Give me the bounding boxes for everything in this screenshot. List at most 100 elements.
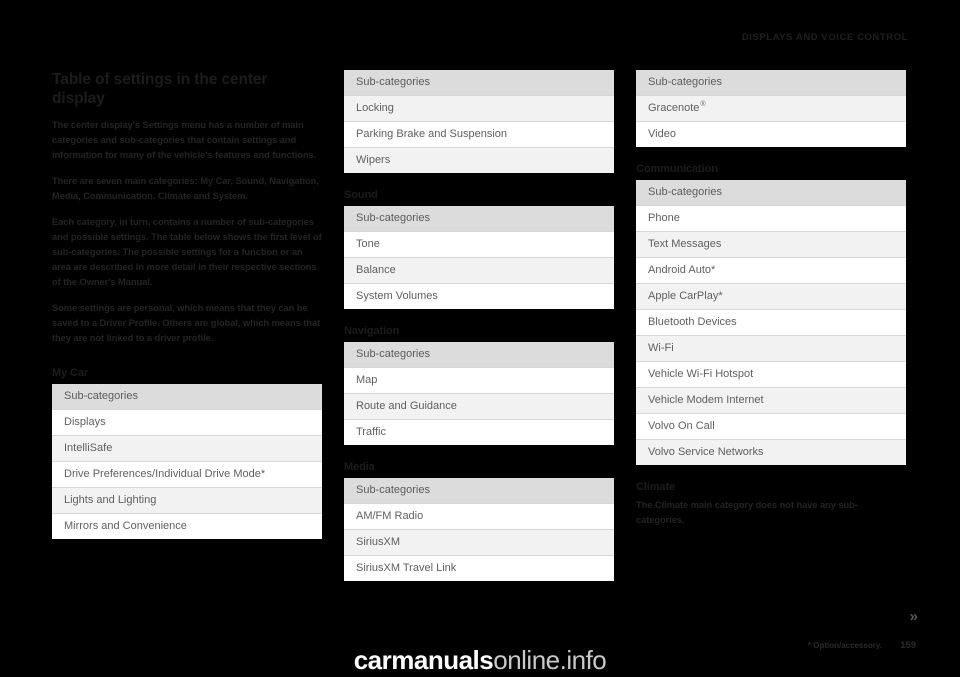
table-sound: Sub-categories Tone Balance System Volumes (344, 206, 614, 309)
table-cell-sub-category: Drive Preferences/Individual Drive Mode* (52, 461, 322, 489)
table-row: Mirrors and Convenience (52, 513, 322, 540)
manual-page: DISPLAYS AND VOICE CONTROL Table of sett… (0, 0, 960, 677)
table-cell-sub-category: Bluetooth Devices (636, 309, 906, 336)
table-row: Wipers (344, 147, 614, 173)
table-cell-sub-category: IntelliSafe (52, 435, 322, 463)
table-header-row: Sub-categories (344, 206, 614, 232)
section-heading-my-car: My Car (52, 367, 89, 380)
table-row: Bluetooth Devices (636, 309, 906, 336)
table-cell-sub-category: Android Auto* (636, 257, 906, 284)
table-cell-sub-category: Text Messages (636, 231, 906, 258)
table-cell-sub-category: Displays (52, 409, 322, 437)
table-row: Locking (344, 95, 614, 122)
table-cell-sub-category: SiriusXM (344, 529, 614, 556)
table-row: Tone (344, 231, 614, 258)
table-header-row: Sub-categories (636, 180, 906, 206)
table-row: SiriusXM Travel Link (344, 555, 614, 581)
table-cell-sub-category: Parking Brake and Suspension (344, 121, 614, 148)
table-header-row: Sub-categories (636, 70, 906, 96)
table-body: Tone Balance System Volumes (344, 231, 614, 309)
emphasis-term: Driver Profile (99, 318, 158, 329)
emphasis-term: Media (52, 190, 79, 201)
text-run: and (191, 190, 213, 201)
table-media-part2: Sub-categories Gracenote® Video (636, 70, 906, 147)
table-row: AM/FM Radio (344, 503, 614, 530)
section-heading-media: Media (344, 461, 375, 473)
table-row: Parking Brake and Suspension (344, 121, 614, 148)
table-row: Traffic (344, 419, 614, 445)
watermark: carmanualsonline.info (0, 647, 960, 677)
text-run: , (316, 175, 319, 186)
table-cell-sub-category: Vehicle Modem Internet (636, 387, 906, 414)
table-cell-sub-category: Map (344, 367, 614, 394)
table-header-row: Sub-categories (344, 70, 614, 96)
table-navigation: Sub-categories Map Route and Guidance Traf… (344, 342, 614, 445)
table-row: IntelliSafe (52, 435, 322, 463)
column-1: Table of settings in the center display … (52, 70, 322, 540)
table-row: Gracenote® (636, 95, 906, 122)
section-heading-communication: Communication (636, 163, 718, 175)
emphasis-term: Climate (654, 500, 689, 510)
table-cell-sub-category: Apple CarPlay* (636, 283, 906, 310)
table-cell-sub-category: Wi-Fi (636, 335, 906, 362)
table-body: Map Route and Guidance Traffic (344, 367, 614, 445)
table-row: Text Messages (636, 231, 906, 258)
column-header-sub-categories: Sub-categories (344, 342, 614, 368)
column-header-sub-categories: Sub-categories (344, 478, 614, 504)
table-row: Vehicle Wi-Fi Hotspot (636, 361, 906, 388)
table-cell-sub-category: Video (636, 121, 906, 147)
table-cell-sub-category: Balance (344, 257, 614, 284)
table-my-car-part1: Sub-categories Displays IntelliSafe Drive … (52, 384, 322, 540)
table-cell-sub-category: Mirrors and Convenience (52, 513, 322, 540)
text-run: There are seven main categories: (52, 175, 201, 186)
table-row: Drive Preferences/Individual Drive Mode* (52, 461, 322, 489)
column-2: Sub-categories Locking Parking Brake and … (344, 70, 614, 581)
table-cell-sub-category: Locking (344, 95, 614, 122)
section-heading-navigation: Navigation (344, 325, 400, 337)
column-header-sub-categories: Sub-categories (344, 206, 614, 232)
section-heading-sound: Sound (344, 189, 378, 201)
table-cell-sub-category: SiriusXM Travel Link (344, 555, 614, 581)
table-header-row: Sub-categories (344, 342, 614, 368)
table-row: Vehicle Modem Internet (636, 387, 906, 414)
emphasis-term: Sound (235, 175, 265, 186)
emphasis-term: System (212, 190, 246, 201)
emphasis-term: Navigation (269, 175, 317, 186)
table-row: Apple CarPlay* (636, 283, 906, 310)
table-cell-sub-category: Volvo Service Networks (636, 439, 906, 465)
table-row: Wi-Fi (636, 335, 906, 362)
registered-trademark-icon: ® (700, 101, 706, 109)
table-body: Displays IntelliSafe Drive Preferences/Ind… (52, 409, 322, 540)
text-run: The (636, 500, 655, 510)
column-header-sub-categories: Sub-categories (636, 70, 906, 96)
watermark-primary: carmanuals (353, 645, 494, 675)
table-cell-sub-category: Lights and Lighting (52, 487, 322, 515)
table-row: Volvo Service Networks (636, 439, 906, 465)
table-cell-sub-category: Route and Guidance (344, 393, 614, 420)
table-row: Volvo On Call (636, 413, 906, 440)
emphasis-term: Climate (157, 190, 192, 201)
table-communication: Sub-categories Phone Text Messages Android… (636, 180, 906, 465)
table-row: Route and Guidance (344, 393, 614, 420)
next-page-chevrons-icon: » (909, 608, 918, 625)
table-cell-sub-category: Vehicle Wi-Fi Hotspot (636, 361, 906, 388)
table-row: Displays (52, 409, 322, 437)
running-header: DISPLAYS AND VOICE CONTROL (741, 32, 908, 43)
column-header-sub-categories: Sub-categories (52, 384, 322, 411)
table-row: Balance (344, 257, 614, 284)
table-cell-sub-category: Gracenote® (636, 95, 906, 122)
table-cell-sub-category: Traffic (344, 419, 614, 445)
watermark-secondary: online.info (493, 645, 607, 675)
intro-paragraph-3: Each category, in turn, contains a numbe… (52, 216, 322, 288)
table-cell-sub-category: Phone (636, 205, 906, 232)
table-body: Phone Text Messages Android Auto* Apple Car… (636, 205, 906, 465)
table-body: AM/FM Radio SiriusXM SiriusXM Travel Link (344, 503, 614, 581)
table-row: Video (636, 121, 906, 147)
emphasis-term: My Car (200, 175, 231, 186)
climate-description: The Climate main category does not have … (636, 498, 906, 528)
table-header-row: Sub-categories (344, 478, 614, 504)
table-cell-sub-category: AM/FM Radio (344, 503, 614, 530)
column-header-sub-categories: Sub-categories (344, 70, 614, 96)
table-header-row: Sub-categories (52, 384, 322, 411)
